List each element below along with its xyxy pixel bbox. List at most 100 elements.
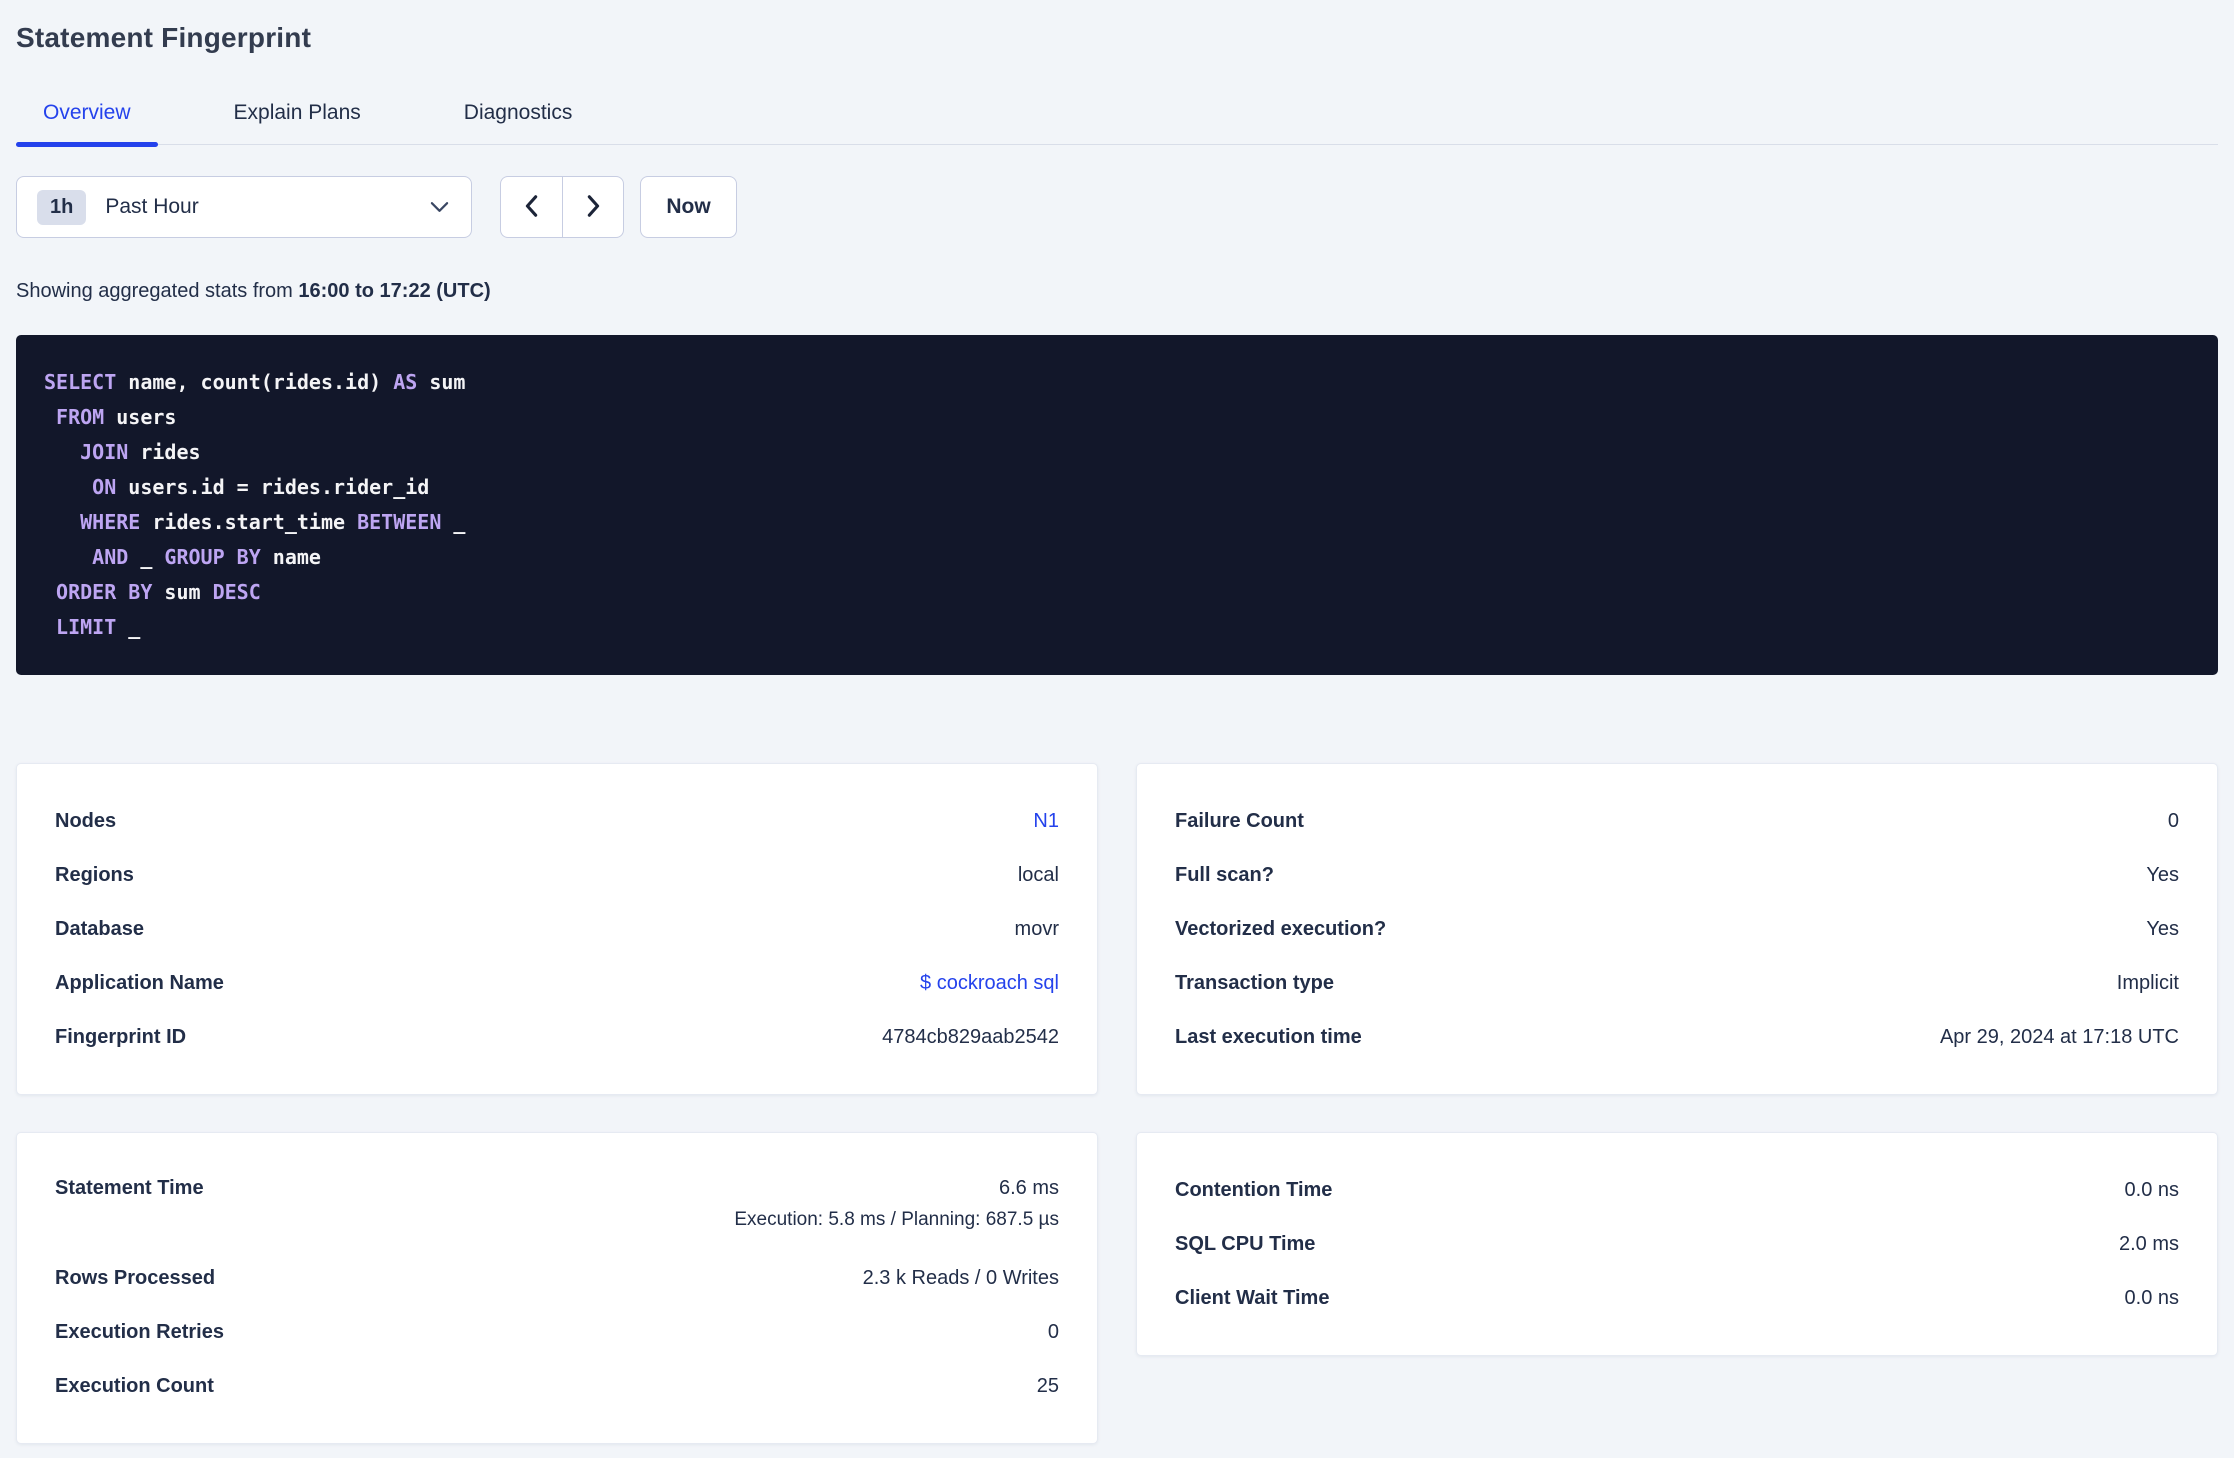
row-execution-retries: Execution Retries 0: [55, 1305, 1059, 1359]
stat-label: Execution Count: [55, 1374, 214, 1397]
row-transaction-type: Transaction type Implicit: [1175, 956, 2179, 1010]
sql-line: WHERE rides.start_time BETWEEN _: [44, 505, 2190, 540]
stat-label: Vectorized execution?: [1175, 917, 1387, 940]
aggregated-stats-summary: Showing aggregated stats from 16:00 to 1…: [16, 280, 2218, 303]
stat-value: Yes: [2146, 863, 2179, 886]
stat-value-group: movr: [1015, 918, 1059, 941]
tab-bar: Overview Explain Plans Diagnostics: [16, 100, 2218, 147]
sql-keyword: ON: [92, 475, 117, 499]
stat-value-group: 0.0 ns: [2125, 1179, 2179, 1202]
sql-keyword: FROM: [56, 405, 105, 429]
statement-fingerprint-page: Statement Fingerprint Overview Explain P…: [0, 22, 2234, 1444]
sql-line: LIMIT _: [44, 610, 2190, 645]
chevron-down-icon: [430, 201, 449, 213]
sql-statement-box: SELECT name, count(rides.id) AS sum FROM…: [16, 335, 2218, 675]
row-full-scan: Full scan? Yes: [1175, 848, 2179, 902]
row-database: Database movr: [55, 902, 1059, 956]
previous-interval-button[interactable]: [500, 176, 562, 238]
stat-label: Fingerprint ID: [55, 1025, 187, 1048]
sql-text: _: [116, 615, 141, 639]
stat-label: Transaction type: [1175, 971, 1334, 994]
stat-value: 0: [1047, 1320, 1059, 1343]
stat-label: Contention Time: [1175, 1178, 1333, 1201]
next-interval-button[interactable]: [562, 176, 624, 238]
sql-text: name, count(rides.id): [116, 370, 394, 394]
row-regions: Regions local: [55, 848, 1059, 902]
wait-time-card: Contention Time 0.0 ns SQL CPU Time 2.0 ms C…: [1136, 1132, 2218, 1356]
sql-keyword: AS: [393, 370, 418, 394]
row-client-wait-time: Client Wait Time 0.0 ns: [1175, 1271, 2179, 1325]
stat-value-group: 25: [1037, 1375, 1059, 1398]
stat-value-group: Yes: [2146, 918, 2179, 941]
tab-overview[interactable]: Overview: [16, 100, 158, 147]
stat-value-group: 4784cb829aab2542: [882, 1026, 1059, 1049]
stat-value: 6.6 ms: [998, 1177, 1059, 1199]
chevron-left-icon: [521, 193, 543, 222]
page-title: Statement Fingerprint: [16, 22, 312, 53]
stat-value-group: 0: [2168, 810, 2179, 833]
tab-diagnostics[interactable]: Diagnostics: [437, 100, 600, 144]
stat-value-group: N1: [1033, 810, 1059, 833]
row-nodes: Nodes N1: [55, 794, 1059, 848]
stat-value: local: [1017, 863, 1059, 886]
stat-value: 0.0 ns: [2124, 1178, 2179, 1201]
row-application-name: Application Name $ cockroach sql: [55, 956, 1059, 1010]
row-last-execution-time: Last execution time Apr 29, 2024 at 17:18…: [1175, 1010, 2179, 1064]
row-rows-processed: Rows Processed 2.3 k Reads / 0 Writes: [55, 1251, 1059, 1305]
stat-label: Database: [55, 917, 144, 940]
stat-value: 0.0 ns: [2124, 1286, 2179, 1309]
overview-details-card: Nodes N1 Regions local Database movr Applicati…: [16, 763, 1098, 1095]
stat-value-group: 0.0 ns: [2125, 1287, 2179, 1310]
tab-explain-plans[interactable]: Explain Plans: [207, 100, 388, 144]
stat-value-group: $ cockroach sql: [920, 972, 1059, 995]
sql-keyword: DESC: [212, 580, 261, 604]
now-button[interactable]: Now: [640, 176, 737, 238]
stat-value-group: 2.0 ms: [2119, 1233, 2179, 1256]
sql-keyword: BETWEEN: [357, 510, 442, 534]
stat-value: movr: [1014, 917, 1059, 940]
summary-prefix: Showing aggregated stats from: [16, 280, 299, 302]
sql-line: JOIN rides: [44, 435, 2190, 470]
stat-value-group: Implicit: [2117, 972, 2179, 995]
stat-label: Application Name: [55, 971, 224, 994]
time-range-label: Past Hour: [105, 195, 199, 218]
stat-value-link[interactable]: $ cockroach sql: [920, 972, 1059, 995]
stat-value-link[interactable]: N1: [1033, 810, 1059, 833]
stat-label: Last execution time: [1175, 1025, 1362, 1048]
time-toolbar: 1h Past Hour Now: [16, 176, 2218, 238]
stat-value-group: local: [1018, 864, 1059, 887]
stat-value: 0: [2167, 809, 2179, 832]
stat-label: Rows Processed: [55, 1266, 216, 1289]
sql-text: sum: [152, 580, 213, 604]
row-vectorized-execution: Vectorized execution? Yes: [1175, 902, 2179, 956]
time-range-dropdown[interactable]: 1h Past Hour: [16, 176, 472, 238]
sql-text: users.id = rides.rider_id: [116, 475, 430, 499]
sql-text: rides: [128, 440, 201, 464]
sql-keyword: GROUP BY: [164, 545, 261, 569]
statement-timing-card: Statement Time 6.6 ms Execution: 5.8 ms / …: [16, 1132, 1098, 1444]
stat-value: 2.0 ms: [2118, 1232, 2179, 1255]
sql-line: SELECT name, count(rides.id) AS sum: [44, 365, 2190, 400]
summary-time-range: 16:00 to 17:22 (UTC): [298, 280, 491, 302]
row-contention-time: Contention Time 0.0 ns: [1175, 1163, 2179, 1217]
stat-label: Full scan?: [1175, 863, 1274, 886]
sql-text: sum: [417, 370, 466, 394]
sql-text: _: [128, 545, 165, 569]
row-sql-cpu-time: SQL CPU Time 2.0 ms: [1175, 1217, 2179, 1271]
row-fingerprint-id: Fingerprint ID 4784cb829aab2542: [55, 1010, 1059, 1064]
row-failure-count: Failure Count 0: [1175, 794, 2179, 848]
stats-card-grid: Nodes N1 Regions local Database movr Applicati…: [16, 763, 2218, 1444]
row-execution-count: Execution Count 25: [55, 1359, 1059, 1413]
stat-subvalue: Execution: 5.8 ms / Planning: 687.5 µs: [734, 1209, 1059, 1230]
sql-text: rides.start_time: [140, 510, 358, 534]
stat-label: Regions: [55, 863, 134, 886]
stat-value-group: 6.6 ms Execution: 5.8 ms / Planning: 687.…: [734, 1177, 1059, 1231]
sql-keyword: LIMIT: [56, 615, 117, 639]
